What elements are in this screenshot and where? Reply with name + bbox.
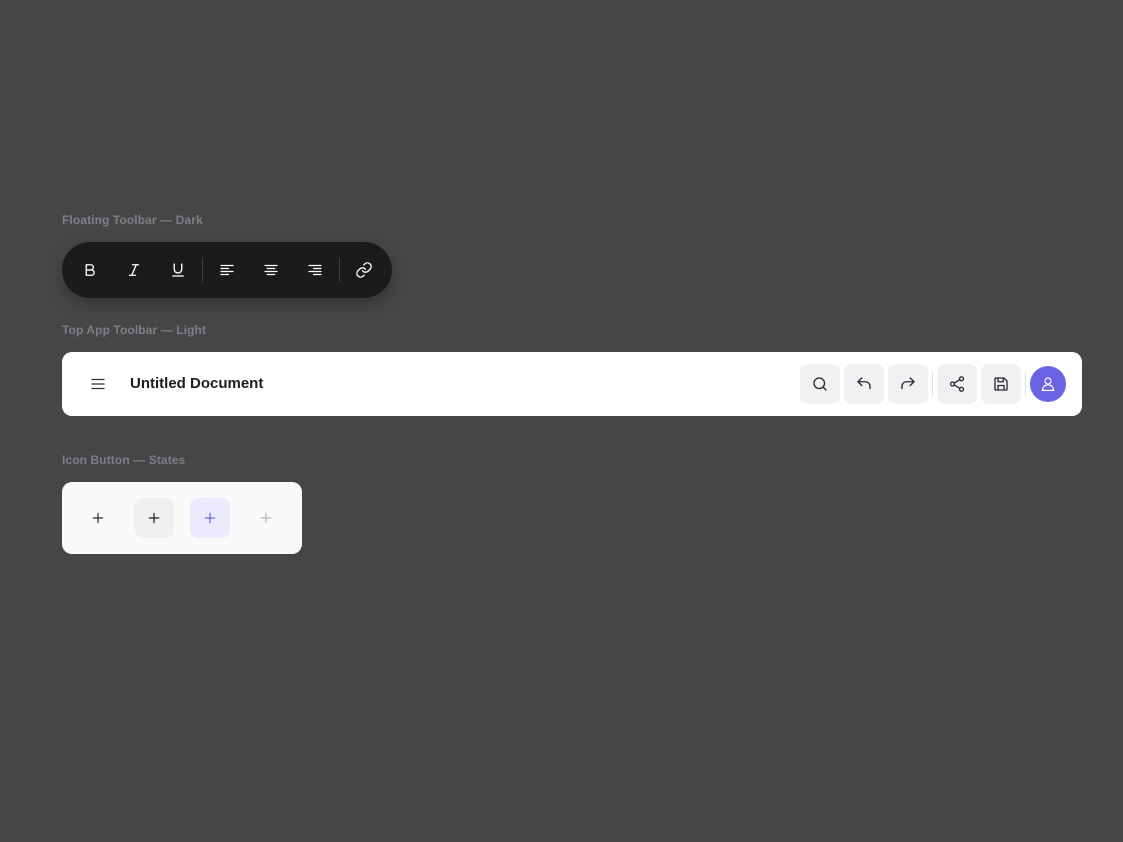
bold-icon: [85, 264, 95, 276]
toolbar-divider: [202, 258, 203, 282]
redo-button[interactable]: [888, 364, 928, 404]
share-button[interactable]: [937, 364, 977, 404]
user-icon: [1041, 377, 1055, 391]
search-icon: [813, 377, 827, 391]
undo-icon: [857, 377, 871, 390]
menu-button[interactable]: [82, 368, 114, 400]
floating-toolbar-label: Floating Toolbar — Dark: [62, 213, 203, 227]
plus-button-default[interactable]: [78, 498, 118, 538]
italic-button[interactable]: [118, 254, 150, 286]
link-button[interactable]: [348, 254, 380, 286]
top-app-toolbar: Untitled Document: [62, 352, 1082, 416]
plus-button-hover[interactable]: [134, 498, 174, 538]
align-center-icon: [264, 264, 278, 276]
search-button[interactable]: [800, 364, 840, 404]
plus-icon: [260, 512, 272, 524]
user-avatar[interactable]: [1030, 366, 1066, 402]
toolbar-divider: [1025, 372, 1026, 396]
icon-button-states-label: Icon Button — States: [62, 453, 186, 467]
align-right-button[interactable]: [299, 254, 331, 286]
top-toolbar-label: Top App Toolbar — Light: [62, 323, 207, 337]
plus-icon: [148, 512, 160, 524]
save-button[interactable]: [981, 364, 1021, 404]
bold-button[interactable]: [74, 254, 106, 286]
save-icon: [994, 377, 1008, 391]
toolbar-divider: [339, 258, 340, 282]
underline-button[interactable]: [162, 254, 194, 286]
italic-icon: [128, 264, 140, 276]
plus-icon: [204, 512, 216, 524]
document-title[interactable]: Untitled Document: [130, 352, 263, 416]
plus-icon: [92, 512, 104, 524]
align-right-icon: [308, 264, 322, 276]
align-left-button[interactable]: [211, 254, 243, 286]
hamburger-menu-icon: [91, 378, 105, 390]
share-icon: [949, 376, 965, 392]
icon-button-states-panel: [62, 482, 302, 554]
undo-button[interactable]: [844, 364, 884, 404]
plus-button-active[interactable]: [190, 498, 230, 538]
floating-toolbar: [62, 242, 392, 298]
link-icon: [356, 262, 372, 278]
align-left-icon: [220, 264, 234, 276]
underline-icon: [172, 263, 184, 277]
plus-button-disabled: [246, 498, 286, 538]
toolbar-divider: [932, 372, 933, 396]
redo-icon: [901, 377, 915, 390]
align-center-button[interactable]: [255, 254, 287, 286]
